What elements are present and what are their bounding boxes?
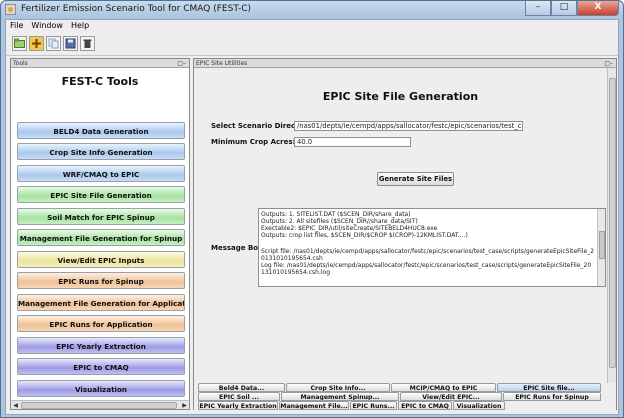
crop-site-info-generation-button[interactable]: Crop Site Info Generation [17, 143, 185, 160]
tab-beld4-data[interactable]: Beld4 Data... [198, 383, 285, 392]
wrf-cmaq-to-epic-button[interactable]: WRF/CMAQ to EPIC [17, 165, 185, 182]
tab-epic-site-file[interactable]: EPIC Site file... [497, 383, 601, 392]
tools-panel-title: Tools [13, 60, 28, 67]
epic-runs-application-button[interactable]: EPIC Runs for Application [17, 315, 185, 332]
window-controls: – □ X [525, 1, 619, 17]
epic-yearly-extraction-button[interactable]: EPIC Yearly Extraction [17, 337, 185, 354]
open-folder-icon[interactable] [12, 35, 27, 51]
epic-site-file-generation-button[interactable]: EPIC Site File Generation [17, 186, 185, 203]
tab-bar: Beld4 Data... Crop Site Info... MCIP/CMA… [194, 383, 616, 410]
toolbar [6, 32, 618, 54]
add-icon[interactable] [29, 35, 44, 51]
minimize-button[interactable]: – [525, 1, 551, 16]
message-line: 0131010195654.csh [261, 255, 323, 262]
tab-crop-site-info[interactable]: Crop Site Info... [286, 383, 390, 392]
message-line: Outputs: 2. All sitefiles ($SCEN_DIR//sh… [261, 218, 418, 225]
tab-management-spinup[interactable]: Management Spinup... [281, 392, 399, 401]
scroll-left-icon[interactable]: ◀ [11, 401, 20, 410]
menu-file[interactable]: File [6, 20, 27, 32]
panel-controls-icon[interactable]: □– [604, 59, 613, 68]
message-scroll-thumb[interactable] [599, 231, 605, 259]
scroll-right-icon[interactable]: ▶ [180, 401, 189, 410]
title-bar[interactable]: Fertilizer Emission Scenario Tool for CM… [1, 1, 623, 19]
tab-epic-soil[interactable]: EPIC Soil ... [198, 392, 280, 401]
message-scrollbar[interactable] [597, 209, 605, 286]
tools-panel: Tools □– FEST-C Tools BELD4 Data Generat… [10, 58, 190, 410]
epic-to-cmaq-button[interactable]: EPIC to CMAQ [17, 358, 185, 375]
panel-controls-icon[interactable]: □– [177, 59, 186, 68]
trash-icon[interactable] [80, 35, 95, 51]
tools-title: FEST-C Tools [61, 75, 139, 88]
message-line: Exectable2: $EPIC_DIR/util/siteCreate/SI… [261, 225, 438, 232]
tab-management-file[interactable]: Management File... [279, 401, 349, 410]
management-file-spinup-button[interactable]: Management File Generation for Spinup [17, 229, 185, 246]
visualization-button[interactable]: Visualization [17, 380, 185, 397]
app-window: Fertilizer Emission Scenario Tool for CM… [0, 0, 624, 418]
main-vertical-scrollbar[interactable] [607, 68, 616, 383]
copy-icon[interactable] [46, 35, 61, 51]
epic-site-panel-header: EPIC Site Utilities □– [194, 59, 616, 68]
tab-epic-runs[interactable]: EPIC Runs... [350, 401, 397, 410]
page-title: EPIC Site File Generation [322, 90, 479, 103]
toolbar-divider [6, 55, 618, 56]
client-area: File Window Help Tools □– FEST-C Tools B… [5, 19, 619, 415]
message-line: Script file: /nas01/depts/ie/cempd/apps/… [261, 248, 595, 255]
message-line: Outputs: 1. SITELIST.DAT ($SCEN_DIR/shar… [261, 211, 411, 218]
main-scroll-thumb[interactable] [609, 78, 616, 368]
epic-site-panel-title: EPIC Site Utilities [196, 60, 248, 67]
tab-epic-to-cmaq[interactable]: EPIC to CMAQ [398, 401, 452, 410]
beld4-data-generation-button[interactable]: BELD4 Data Generation [17, 122, 185, 139]
soil-match-spinup-button[interactable]: Soil Match for EPIC Spinup [17, 208, 185, 225]
view-edit-epic-inputs-button[interactable]: View/Edit EPIC Inputs [17, 251, 185, 268]
tab-view-edit-epic[interactable]: View/Edit EPIC... [400, 392, 502, 401]
scroll-thumb[interactable] [21, 402, 177, 409]
maximize-button[interactable]: □ [551, 1, 577, 16]
tab-epic-runs-spinup[interactable]: EPIC Runs for Spinup [503, 392, 601, 401]
tab-visualization[interactable]: Visualization [453, 401, 505, 410]
tab-mcip-cmaq-to-epic[interactable]: MCIP/CMAQ to EPIC [391, 383, 496, 392]
tab-epic-yearly-extraction[interactable]: EPIC Yearly Extraction [198, 401, 278, 410]
epic-site-panel: EPIC Site Utilities □– EPIC Site File Ge… [193, 58, 617, 410]
tools-horizontal-scrollbar[interactable]: ◀ ▶ [11, 400, 189, 409]
menu-window[interactable]: Window [27, 20, 67, 32]
generate-site-files-button[interactable]: Generate Site Files [377, 172, 454, 186]
message-line: 131010195654.csh.log [261, 269, 330, 276]
minimum-crop-acres-field[interactable]: 40.0 [294, 137, 411, 147]
message-line: Log file: /nas01/depts/ie/cempd/apps/sal… [261, 262, 592, 269]
save-icon[interactable] [63, 35, 78, 51]
management-file-application-button[interactable]: Management File Generation for Applicat.… [17, 294, 185, 311]
main-content: EPIC Site File Generation Select Scenari… [194, 68, 616, 383]
menu-bar: File Window Help [6, 20, 618, 32]
scenario-directory-field[interactable]: /nas01/depts/ie/cempd/apps/sallocator/fe… [294, 121, 523, 131]
window-title: Fertilizer Emission Scenario Tool for CM… [21, 4, 252, 14]
app-icon [5, 4, 16, 15]
message-box[interactable]: Outputs: 1. SITELIST.DAT ($SCEN_DIR/shar… [258, 208, 606, 287]
epic-runs-spinup-button[interactable]: EPIC Runs for Spinup [17, 272, 185, 289]
minimum-crop-acres-label: Minimum Crop Acres: [211, 138, 296, 146]
close-button[interactable]: X [577, 1, 619, 16]
tools-panel-header: Tools □– [11, 59, 189, 68]
menu-help[interactable]: Help [67, 20, 93, 32]
message-line: Outputs: crop list files, $SCEN_DIR/$CRO… [261, 232, 468, 239]
